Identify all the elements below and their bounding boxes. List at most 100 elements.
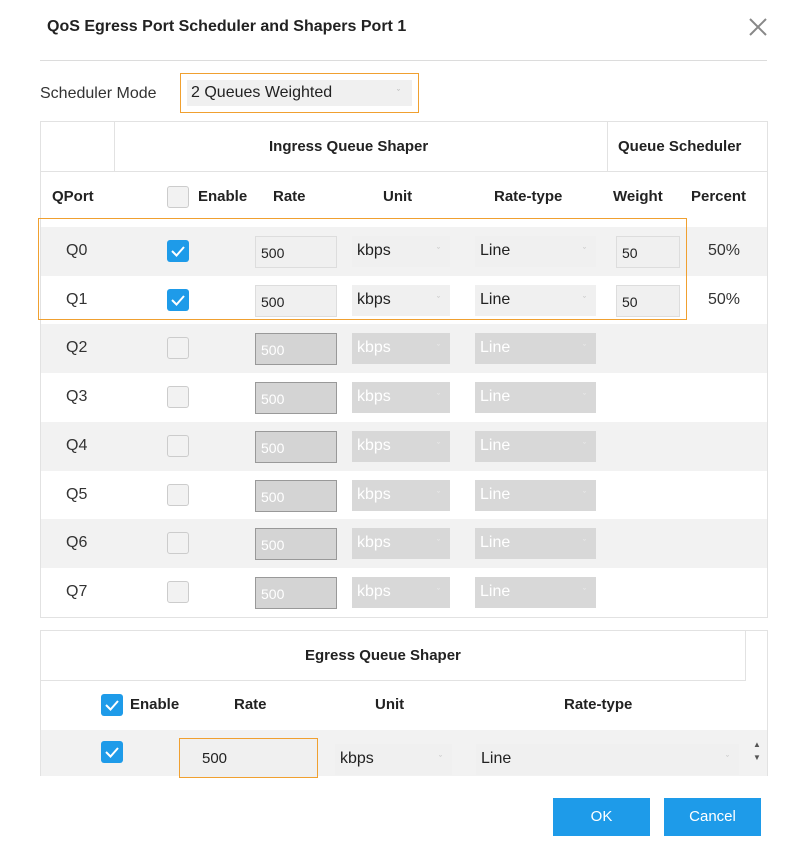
qport-label: Q7 [66,582,88,600]
checkmark-icon [105,747,119,758]
unit-value: kbps [357,534,391,552]
egress-enable-all-checkbox[interactable] [101,694,123,716]
rate-type-value: Line [480,339,511,357]
rate-type-select[interactable]: Line ˇ [475,528,596,560]
chevron-down-icon: ˇ [437,392,440,403]
unit-select[interactable]: kbps ˇ [352,284,450,316]
rate-input[interactable]: 500 [255,430,337,463]
weight-input[interactable]: 50 [616,284,680,317]
egress-col-enable: Enable [130,696,180,713]
unit-value: kbps [357,582,391,600]
rate-type-select[interactable]: Line ˇ [475,430,596,462]
rate-input[interactable]: 500 [255,236,337,268]
egress-rate-type-select[interactable]: Line ˇ [476,744,739,775]
rate-type-select[interactable]: Line ˇ [475,479,596,511]
dialog-title: QoS Egress Port Scheduler and Shapers Po… [47,18,407,35]
rate-type-select[interactable]: Line ˇ [475,284,596,316]
table-row: Q0 500 kbps ˇ Line ˇ 50 50% [41,227,767,276]
qport-label: Q6 [66,534,88,552]
chevron-down-icon: ˇ [583,489,586,500]
table-row: Q5 500 kbps ˇ Line ˇ [41,471,767,520]
qport-label: Q5 [66,485,88,503]
rate-type-select[interactable]: Line ˇ [475,382,596,414]
egress-row: 500 kbps ˇ Line ˇ ▲ ▼ [41,730,767,778]
unit-select[interactable]: kbps ˇ [352,333,450,365]
chevron-down-icon: ˇ [437,246,440,256]
scheduler-mode-label: Scheduler Mode [40,85,157,102]
queue-enable-checkbox[interactable] [167,580,189,603]
rate-type-select[interactable]: Line ˇ [475,236,596,267]
rate-input[interactable]: 500 [255,576,337,609]
egress-enable-checkbox[interactable] [101,741,123,763]
egress-title-row: Egress Queue Shaper [41,631,746,681]
unit-value: kbps [357,242,391,259]
header-divider [114,122,115,172]
rate-type-value: Line [480,485,511,503]
chevron-down-icon: ˇ [583,586,586,597]
qport-label: Q2 [66,339,88,357]
unit-select[interactable]: kbps ˇ [352,479,450,511]
unit-value: kbps [357,436,391,454]
egress-rate-input[interactable]: 500 [179,738,318,778]
queue-enable-checkbox[interactable] [167,288,189,311]
egress-rate-type-value: Line [481,750,512,767]
unit-value: kbps [357,388,391,406]
table-row: Q1 500 kbps ˇ Line ˇ 50 50% [41,276,767,325]
qport-label: Q4 [66,436,88,454]
qport-label: Q1 [66,290,88,308]
enable-all-checkbox[interactable] [167,186,189,208]
col-unit: Unit [383,188,413,205]
chevron-down-icon: ˇ [583,538,586,549]
checkmark-icon [171,295,185,306]
queue-enable-checkbox[interactable] [167,532,189,555]
chevron-down-icon: ˇ [437,489,440,500]
scroll-up-icon[interactable]: ▲ [751,738,763,751]
unit-value: kbps [357,290,391,308]
unit-select[interactable]: kbps ˇ [352,430,450,462]
queue-enable-checkbox[interactable] [167,337,189,360]
egress-col-rate: Rate [234,696,267,713]
rate-type-value: Line [480,388,511,406]
rate-type-select[interactable]: Line ˇ [475,576,596,608]
rate-input[interactable]: 500 [255,528,337,561]
weight-input[interactable]: 50 [616,236,680,268]
chevron-down-icon: ˇ [397,88,400,98]
rate-input[interactable]: 500 [255,479,337,512]
qport-label: Q3 [66,388,88,406]
chevron-down-icon: ˇ [583,343,586,354]
cancel-button[interactable]: Cancel [664,798,761,836]
unit-select[interactable]: kbps ˇ [352,528,450,560]
rate-type-value: Line [480,242,511,259]
close-button[interactable] [745,14,771,40]
chevron-down-icon: ˇ [439,754,442,764]
queue-enable-checkbox[interactable] [167,240,189,262]
unit-select[interactable]: kbps ˇ [352,236,450,267]
unit-value: kbps [357,339,391,357]
unit-select[interactable]: kbps ˇ [352,576,450,608]
percent-value: 50% [708,290,741,308]
chevron-down-icon: ˇ [583,294,586,305]
qport-label: Q0 [66,242,88,259]
rate-input[interactable]: 500 [255,284,337,317]
table-row: Q4 500 kbps ˇ Line ˇ [41,421,767,471]
unit-select[interactable]: kbps ˇ [352,382,450,414]
queue-enable-checkbox[interactable] [167,434,189,457]
table-row: Q6 500 kbps ˇ Line ˇ [41,519,767,569]
scheduler-mode-select[interactable]: 2 Queues Weighted ˇ [180,73,419,113]
col-weight: Weight [613,188,663,205]
scroll-spinner[interactable]: ▲ ▼ [751,738,763,768]
table-row: Q2 500 kbps ˇ Line ˇ [41,324,767,374]
scroll-down-icon[interactable]: ▼ [751,751,763,764]
egress-unit-select[interactable]: kbps ˇ [335,744,452,775]
egress-unit-value: kbps [340,750,374,767]
queue-enable-checkbox[interactable] [167,483,189,506]
rate-type-select[interactable]: Line ˇ [475,333,596,365]
chevron-down-icon: ˇ [437,294,440,305]
rate-input[interactable]: 500 [255,333,337,366]
scheduler-mode-value: 2 Queues Weighted [191,84,333,101]
ok-button[interactable]: OK [553,798,650,836]
queue-scheduler-header: Queue Scheduler [618,138,742,155]
queue-enable-checkbox[interactable] [167,386,189,409]
rate-input[interactable]: 500 [255,382,337,415]
checkmark-icon [105,700,119,711]
